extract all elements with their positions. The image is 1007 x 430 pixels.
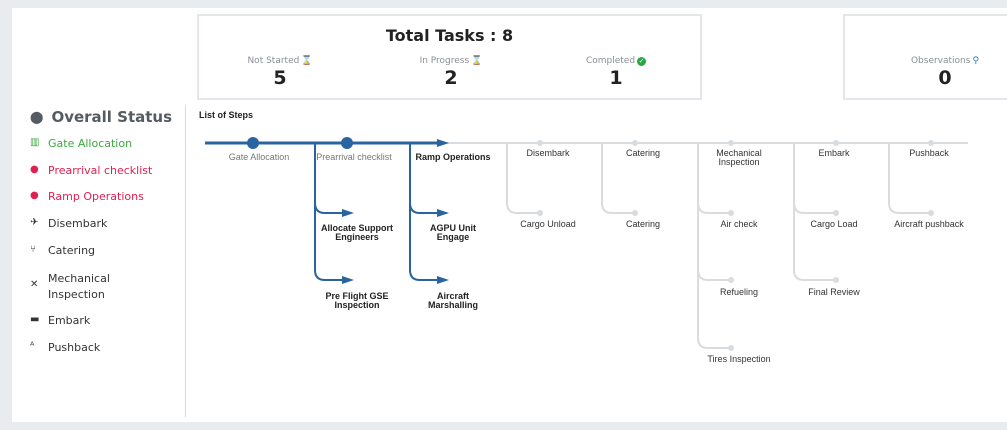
step-air-check[interactable]: Air check bbox=[720, 220, 757, 229]
step-catering[interactable]: Catering bbox=[626, 149, 660, 158]
step-node bbox=[437, 209, 449, 217]
step-node[interactable] bbox=[833, 277, 839, 283]
step-node bbox=[342, 276, 354, 284]
step-agpu-unit-engage[interactable]: AGPU Unit Engage bbox=[428, 224, 478, 242]
step-catering-sub[interactable]: Catering bbox=[626, 220, 660, 229]
step-tires-inspection[interactable]: Tires Inspection bbox=[707, 355, 770, 364]
step-pre-flight-gse-inspection[interactable]: Pre Flight GSE Inspection bbox=[322, 292, 392, 310]
step-disembark[interactable]: Disembark bbox=[526, 149, 569, 158]
step-node bbox=[437, 139, 449, 147]
step-embark[interactable]: Embark bbox=[818, 149, 849, 158]
branch-prearrival-1 bbox=[314, 202, 345, 214]
branch-mechanical-1 bbox=[697, 202, 729, 214]
step-ramp-operations[interactable]: Ramp Operations bbox=[415, 153, 490, 162]
step-gate-allocation[interactable]: Gate Allocation bbox=[229, 153, 290, 162]
step-aircraft-pushback[interactable]: Aircraft pushback bbox=[894, 220, 964, 229]
step-node[interactable] bbox=[833, 210, 839, 216]
branch-mechanical bbox=[697, 143, 729, 349]
step-node[interactable] bbox=[928, 140, 934, 146]
step-allocate-support-engineers[interactable]: Allocate Support Engineers bbox=[317, 224, 397, 242]
step-refueling[interactable]: Refueling bbox=[720, 288, 758, 297]
step-node[interactable] bbox=[632, 210, 638, 216]
step-prearrival-checklist[interactable]: Prearrival checklist bbox=[316, 153, 392, 162]
branch-ramp-1 bbox=[409, 202, 440, 214]
step-node[interactable] bbox=[728, 277, 734, 283]
step-pushback[interactable]: Pushback bbox=[909, 149, 949, 158]
step-cargo-load[interactable]: Cargo Load bbox=[810, 220, 857, 229]
step-node[interactable] bbox=[833, 140, 839, 146]
step-cargo-unload[interactable]: Cargo Unload bbox=[520, 220, 576, 229]
step-aircraft-marshalling[interactable]: Aircraft Marshalling bbox=[423, 292, 483, 310]
step-mechanical-inspection[interactable]: Mechanical Inspection bbox=[709, 149, 769, 167]
step-node[interactable] bbox=[632, 140, 638, 146]
step-node bbox=[342, 209, 354, 217]
step-node[interactable] bbox=[537, 140, 543, 146]
step-final-review[interactable]: Final Review bbox=[808, 288, 860, 297]
step-node bbox=[437, 276, 449, 284]
step-node[interactable] bbox=[341, 137, 353, 149]
step-node[interactable] bbox=[537, 210, 543, 216]
step-node[interactable] bbox=[728, 140, 734, 146]
step-node[interactable] bbox=[247, 137, 259, 149]
step-node[interactable] bbox=[728, 210, 734, 216]
step-node[interactable] bbox=[728, 345, 734, 351]
branch-mechanical-2 bbox=[697, 269, 729, 281]
branch-embark-1 bbox=[793, 202, 834, 214]
step-node[interactable] bbox=[928, 210, 934, 216]
steps-flow-diagram bbox=[205, 137, 968, 351]
